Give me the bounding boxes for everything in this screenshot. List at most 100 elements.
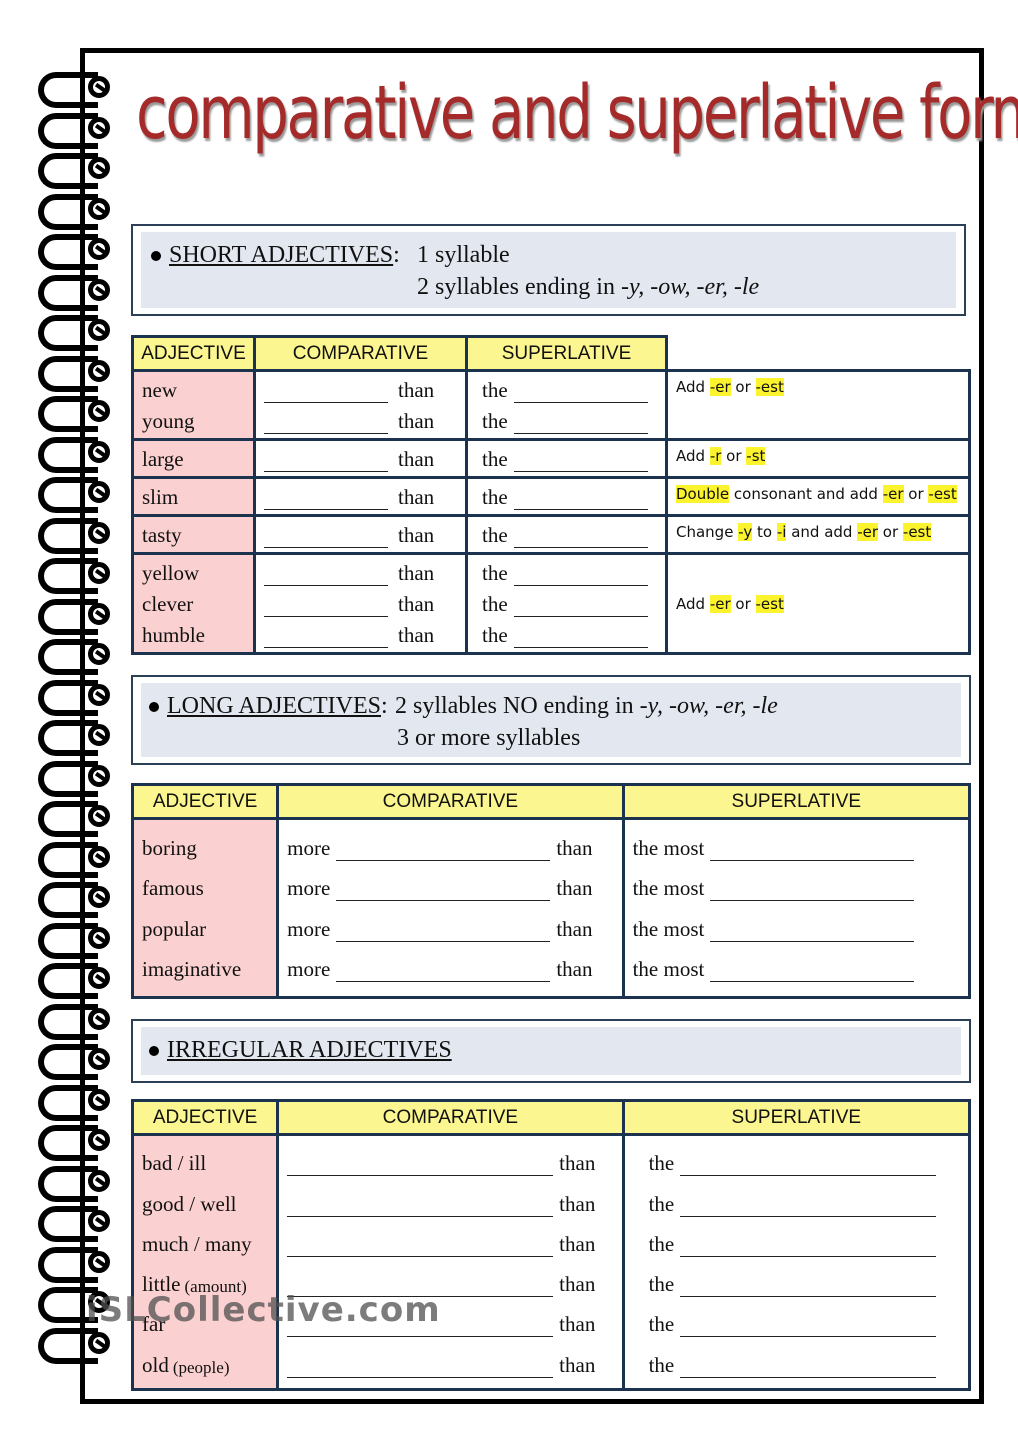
superlative-answer-blank[interactable] (513, 490, 648, 510)
column-header: SUPERLATIVE (465, 335, 668, 372)
spiral-coil (30, 1245, 120, 1285)
comparative-answer-blank[interactable] (287, 1358, 554, 1378)
superlative-answer-blank[interactable] (710, 962, 915, 982)
ring-icon (88, 643, 110, 665)
comparative-answer-blank[interactable] (336, 962, 551, 982)
bullet-icon (149, 1046, 159, 1057)
superlative-cell: the the (465, 369, 668, 441)
superlative-answer-blank[interactable] (710, 881, 915, 901)
long-rule-2: 3 or more syllables (397, 725, 581, 751)
rule-word: Change (676, 523, 739, 541)
superlative-answer-blank[interactable] (513, 452, 648, 472)
more-label: more (287, 835, 331, 860)
comparative-answer-blank[interactable] (264, 528, 388, 548)
comparative-cell: than (253, 514, 468, 555)
superlative-answer-blank[interactable] (680, 1277, 937, 1298)
ring-icon (88, 602, 110, 625)
adjective-word: old (people) (142, 1337, 276, 1377)
column-header: COMPARATIVE (276, 783, 625, 820)
superlative-answer-blank[interactable] (680, 1317, 937, 1338)
header-row: ADJECTIVE COMPARATIVE SUPERLATIVE (130, 783, 972, 820)
the-label: the (482, 485, 508, 509)
comparative-answer-blank[interactable] (264, 597, 388, 617)
than-label: than (559, 1272, 596, 1297)
comparative-answer-blank[interactable] (264, 414, 388, 434)
comparative-answer-blank[interactable] (264, 628, 388, 648)
column-header: SUPERLATIVE (621, 1099, 972, 1136)
adjective-text: bad / ill (142, 1151, 207, 1176)
superlative-answer-blank[interactable] (710, 922, 915, 942)
spiral-coil (30, 799, 120, 839)
superlative-answer-blank[interactable] (513, 414, 648, 434)
adjective-cell: boring famous popular imaginative (130, 817, 280, 999)
comparative-answer-blank[interactable] (264, 452, 388, 472)
comparative-answer-blank[interactable] (287, 1197, 554, 1217)
superlative-answer-blank[interactable] (513, 597, 648, 617)
long-adjectives-info: LONG ADJECTIVES: 2 syllables NO ending i… (131, 675, 971, 765)
than-label: than (559, 1231, 596, 1256)
the-label: the (648, 1272, 675, 1297)
adjective-word: much / many (142, 1217, 276, 1257)
comparative-answer-blank[interactable] (336, 922, 551, 942)
long-heading: LONG ADJECTIVES (167, 693, 381, 719)
the-label: the (648, 1151, 675, 1176)
spiral-coil (30, 151, 120, 191)
ring-icon (88, 562, 110, 584)
than-label: than (398, 485, 435, 509)
ring-icon (88, 116, 110, 139)
superlative-answer-blank[interactable] (710, 841, 915, 861)
comparative-answer-blank[interactable] (264, 490, 388, 510)
worksheet-title: comparative and superlative forms (136, 70, 1018, 156)
ring-icon (88, 1169, 110, 1192)
adjective-word: popular (142, 916, 207, 941)
spiral-coil (30, 840, 120, 880)
superlative-answer-blank[interactable] (680, 1358, 937, 1378)
the-label: the (482, 623, 508, 647)
adjective-word: tasty (142, 523, 182, 547)
spiral-coil (30, 678, 120, 718)
than-label: than (398, 561, 435, 585)
comparative-answer-blank[interactable] (287, 1237, 554, 1257)
superlative-answer-blank[interactable] (513, 528, 648, 548)
bullet-icon (151, 251, 161, 262)
column-header: ADJECTIVE (130, 1099, 280, 1136)
highlighted-suffix: Double (676, 485, 730, 503)
than-label: than (398, 523, 435, 547)
superlative-answer-blank[interactable] (680, 1156, 937, 1177)
watermark: iSLCollective.com (86, 1290, 441, 1330)
comparative-answer-blank[interactable] (287, 1156, 554, 1177)
ring-icon (88, 967, 110, 989)
column-header: SUPERLATIVE (621, 783, 972, 820)
comparative-answer-blank[interactable] (264, 566, 388, 586)
than-label: than (556, 835, 593, 860)
rule-word: or (730, 594, 756, 613)
comparative-answer-blank[interactable] (264, 383, 388, 403)
superlative-answer-blank[interactable] (680, 1197, 937, 1217)
ring-icon (88, 805, 110, 827)
spiral-coil (30, 1326, 120, 1366)
short-adjectives-table: ADJECTIVE COMPARATIVE SUPERLATIVE new young … (131, 335, 971, 655)
spiral-coil (30, 556, 120, 596)
ring-icon (88, 157, 110, 179)
comparative-answer-blank[interactable] (336, 841, 551, 861)
bullet-icon (149, 702, 159, 713)
superlative-answer-blank[interactable] (513, 566, 648, 586)
superlative-answer-blank[interactable] (513, 628, 648, 648)
ring-icon (88, 1088, 110, 1111)
spiral-coil (30, 1083, 120, 1123)
highlighted-suffix: -er (857, 523, 879, 541)
the-most-label: the most (632, 957, 705, 981)
comparative-answer-blank[interactable] (336, 881, 551, 901)
the-label: the (648, 1231, 675, 1256)
adjective-word: slim (142, 485, 179, 509)
superlative-answer-blank[interactable] (513, 383, 648, 403)
adjective-text: old (142, 1352, 169, 1377)
superlative-answer-blank[interactable] (680, 1237, 937, 1257)
the-label: the (482, 409, 508, 433)
comparative-cell: than than than than than than (276, 1133, 625, 1391)
spiral-coil (30, 1123, 120, 1163)
column-header: COMPARATIVE (253, 335, 468, 372)
spiral-coil (30, 637, 120, 677)
highlighted-suffix: -est (902, 523, 932, 541)
than-label: than (559, 1312, 596, 1337)
